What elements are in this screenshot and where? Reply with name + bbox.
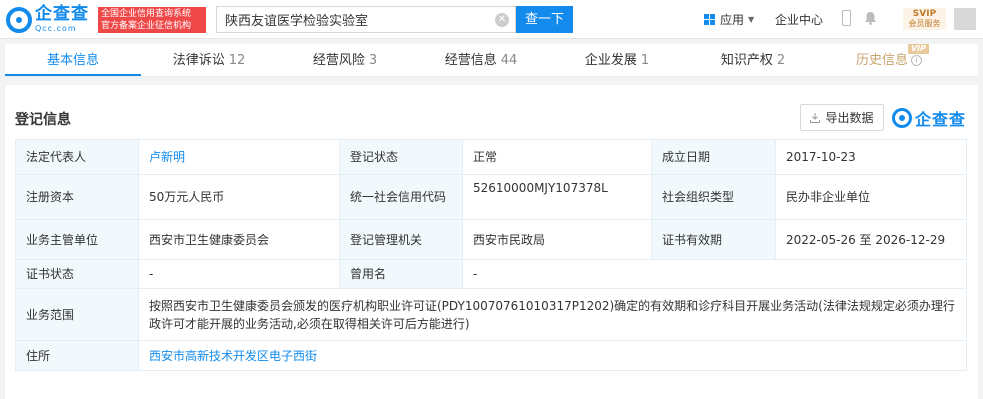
app-menu-label: 应用 — [720, 13, 745, 27]
avatar[interactable] — [954, 8, 976, 30]
slogan-line-2: 官方备案企业征信机构 — [101, 21, 192, 31]
scope-value: 按照西安市卫生健康委员会颁发的医疗机构职业许可证(PDY100707610103… — [138, 288, 967, 341]
cert-valid-label: 证书有效期 — [651, 219, 776, 260]
reg-capital-value: 50万元人民币 — [138, 174, 340, 220]
download-icon — [810, 112, 821, 123]
qcc-logo[interactable]: 企查查 Qcc.com — [6, 6, 89, 33]
tab-label: 历史信息 — [855, 53, 908, 68]
brand-text: 企查查 — [915, 110, 967, 129]
cert-status-value: - — [138, 259, 340, 289]
reg-authority-value: 西安市民政局 — [462, 219, 652, 260]
legal-rep-link[interactable]: 卢新明 — [149, 150, 185, 164]
reg-capital-label: 注册资本 — [15, 174, 139, 220]
tab-label: 企业发展 — [584, 53, 637, 68]
vip-badge: VIP — [907, 44, 929, 54]
tab-label: 经营信息 — [444, 53, 497, 68]
logo-icon — [6, 6, 32, 33]
tab-intellectual-property[interactable]: 知识产权 2 — [685, 44, 821, 76]
tab-business-risk[interactable]: 经营风险 3 — [277, 44, 413, 76]
table-row: 业务范围 按照西安市卫生健康委员会颁发的医疗机构职业许可证(PDY1007076… — [15, 288, 967, 341]
qcc-brand-mark: 企查查 — [892, 106, 966, 130]
supervisor-label: 业务主管单位 — [15, 219, 139, 260]
former-name-label: 曾用名 — [339, 259, 463, 289]
table-row: 住所 西安市高新技术开发区电子西街 — [15, 340, 967, 371]
tab-count: 1 — [640, 53, 650, 68]
supervisor-value: 西安市卫生健康委员会 — [138, 219, 340, 260]
chevron-down-icon: ▼ — [748, 15, 755, 24]
official-slogan: 全国企业信用查询系统 官方备案企业征信机构 — [98, 7, 206, 33]
search-button[interactable]: 查一下 — [516, 6, 573, 33]
logo-text: 企查查 — [35, 4, 89, 24]
tab-history[interactable]: VIP 历史信息 i — [821, 44, 957, 76]
tab-label: 法律诉讼 — [172, 53, 225, 68]
tab-legal-litigation[interactable]: 法律诉讼 12 — [141, 44, 277, 76]
credit-code-label: 统一社会信用代码 — [339, 174, 463, 220]
tab-count: 44 — [500, 53, 518, 68]
table-row: 法定代表人 卢新明 登记状态 正常 成立日期 2017-10-23 — [15, 139, 967, 175]
table-row: 业务主管单位 西安市卫生健康委员会 登记管理机关 西安市民政局 证书有效期 20… — [15, 219, 967, 260]
established-label: 成立日期 — [651, 139, 776, 175]
tab-label: 经营风险 — [312, 53, 365, 68]
bell-icon[interactable] — [864, 11, 877, 25]
apps-grid-icon — [704, 14, 715, 25]
table-row: 证书状态 - 曾用名 - — [15, 259, 967, 289]
credit-code-value: 52610000MJY107378L — [462, 174, 652, 220]
reg-status-value: 正常 — [462, 139, 652, 175]
registration-table: 法定代表人 卢新明 登记状态 正常 成立日期 2017-10-23 注册资本 5… — [15, 139, 967, 371]
logo-subtext: Qcc.com — [35, 24, 77, 33]
cert-status-label: 证书状态 — [15, 259, 139, 289]
tab-label: 知识产权 — [720, 53, 773, 68]
scope-label: 业务范围 — [15, 288, 139, 341]
slogan-line-1: 全国企业信用查询系统 — [101, 9, 192, 19]
org-type-label: 社会组织类型 — [651, 174, 776, 220]
tab-count: 2 — [776, 53, 786, 68]
svip-title: SVIP — [912, 9, 937, 19]
clear-icon[interactable]: ✕ — [495, 13, 509, 27]
tab-development[interactable]: 企业发展 1 — [549, 44, 685, 76]
legal-rep-label: 法定代表人 — [15, 139, 139, 175]
export-data-button[interactable]: 导出数据 — [800, 104, 884, 131]
reg-status-label: 登记状态 — [339, 139, 463, 175]
brand-logo-icon — [892, 108, 912, 128]
former-name-value: - — [462, 259, 967, 289]
enterprise-center-link[interactable]: 企业中心 — [775, 11, 823, 28]
address-label: 住所 — [15, 340, 139, 371]
registration-card: 登记信息 导出数据 企查查 法定代表人 卢新明 登记状态 正常 成立日期 201… — [5, 85, 978, 399]
export-label: 导出数据 — [825, 111, 874, 125]
tab-count: 3 — [368, 53, 378, 68]
table-row: 注册资本 50万元人民币 统一社会信用代码 52610000MJY107378L… — [15, 174, 967, 220]
top-header: 企查查 Qcc.com 全国企业信用查询系统 官方备案企业征信机构 ✕ 查一下 … — [0, 0, 983, 39]
mobile-phone-icon[interactable] — [842, 10, 851, 26]
org-type-value: 民办非企业单位 — [775, 174, 967, 220]
legal-rep-value: 卢新明 — [138, 139, 340, 175]
address-link[interactable]: 西安市高新技术开发区电子西街 — [149, 349, 317, 363]
svip-badge[interactable]: SVIP 会员服务 — [903, 8, 946, 30]
search-box: ✕ — [216, 6, 516, 33]
tab-business-info[interactable]: 经营信息 44 — [413, 44, 549, 76]
cert-valid-value: 2022-05-26 至 2026-12-29 — [775, 219, 967, 260]
search-input[interactable] — [217, 7, 487, 32]
section-title: 登记信息 — [15, 112, 71, 128]
company-tabs: 基本信息 法律诉讼 12 经营风险 3 经营信息 44 企业发展 1 知识产权 2 VIP… — [5, 44, 978, 77]
tab-label: 基本信息 — [46, 53, 99, 68]
tab-count: 12 — [228, 53, 246, 68]
info-icon[interactable]: i — [911, 55, 922, 66]
established-value: 2017-10-23 — [775, 139, 967, 175]
address-value: 西安市高新技术开发区电子西街 — [138, 340, 967, 371]
tab-basic-info[interactable]: 基本信息 — [5, 44, 141, 76]
reg-authority-label: 登记管理机关 — [339, 219, 463, 260]
svip-subtitle: 会员服务 — [908, 19, 941, 28]
app-menu[interactable]: 应用 ▼ — [704, 11, 754, 28]
